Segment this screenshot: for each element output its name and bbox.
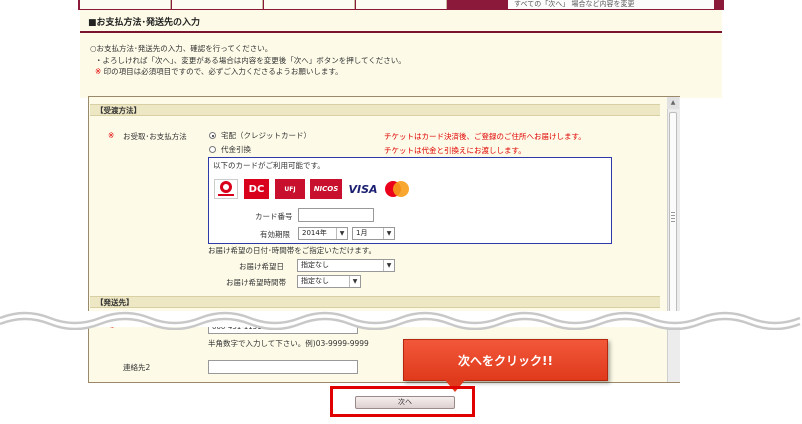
mufg-card-icon (214, 179, 238, 199)
delivery-time-value: 指定なし (301, 277, 329, 285)
delivery-time-select[interactable]: 指定なし ▼ (297, 275, 361, 288)
expiry-year-value: 2014年 (302, 229, 327, 237)
receipt-method-header: 【受渡方法】 (90, 104, 660, 116)
contact2-label: 連絡先2 (123, 363, 151, 372)
chevron-down-icon: ▼ (383, 260, 394, 271)
expiry-year-select[interactable]: 2014年 ▼ (298, 227, 348, 240)
payment-option-credit-note: チケットはカード決済後、ご登録のご住所へお届けします。 (384, 132, 586, 141)
expiry-month-select[interactable]: 1月 ▼ (352, 227, 395, 240)
nicos-card-icon: NICOS (310, 179, 342, 199)
next-button[interactable]: 次へ (355, 396, 455, 409)
chevron-down-icon: ▼ (336, 228, 347, 239)
page-title: ■お支払方法･発送先の入力 (88, 18, 201, 28)
chevron-down-icon: ▼ (349, 276, 360, 287)
payment-option-credit-label[interactable]: 宅配（クレジットカード） (221, 130, 311, 141)
chevron-down-icon: ▼ (383, 228, 394, 239)
tab-2[interactable] (172, 0, 263, 9)
cards-available-text: 以下のカードがご利用可能です。 (213, 161, 325, 170)
scroll-grip-icon (671, 212, 675, 222)
shipping-header: 【発送先】 (90, 296, 660, 308)
tab-4[interactable] (356, 0, 447, 9)
title-divider (80, 31, 722, 33)
payment-radio-cod[interactable] (209, 146, 216, 153)
mastercard-icon (382, 179, 412, 199)
delivery-note: お届け希望の日付･時間帯をご指定いただけます。 (208, 246, 376, 255)
expiry-label: 有効期限 (260, 230, 290, 239)
delivery-date-label: お届け希望日 (239, 262, 284, 271)
intro-line-3-text: 印の項目は必須項目ですので、必ずご入力くださるようお願いします。 (101, 67, 343, 76)
dc-card-icon: DC (244, 179, 269, 199)
tab-1[interactable] (80, 0, 171, 9)
delivery-date-value: 指定なし (301, 261, 329, 269)
scroll-up-arrow-icon[interactable]: ▲ (667, 97, 679, 109)
card-number-label: カード番号 (255, 212, 293, 221)
delivery-time-label: お届け希望時間帯 (226, 278, 286, 287)
top-tab-strip: すべての「次へ」 場合など内容を変更 (78, 0, 724, 10)
payment-radio-credit[interactable] (209, 132, 216, 139)
card-number-input[interactable] (298, 208, 374, 222)
payment-option-cod-label[interactable]: 代金引換 (221, 144, 251, 155)
phone-hint: 半角数字で入力して下さい。例)03-9999-9999 (208, 339, 369, 348)
intro-line-1: ○お支払方法･発送先の入力、確認を行ってください。 (90, 44, 273, 53)
payment-method-label: お受取･お支払方法 (123, 132, 187, 141)
intro-line-2: ・よろしければ「次へ」、変更がある場合は内容を変更後「次へ」ボタンを押してくださ… (95, 56, 406, 65)
click-next-callout: 次へをクリック!! (403, 339, 608, 381)
cut-wave-divider (0, 311, 802, 330)
tab-3[interactable] (264, 0, 355, 9)
payment-option-cod-note: チケットは代金と引換えにお渡しします。 (384, 146, 526, 155)
delivery-date-select[interactable]: 指定なし ▼ (297, 259, 395, 272)
expiry-month-value: 1月 (356, 229, 368, 237)
intro-line-3: ※ 印の項目は必須項目ですので、必ずご入力くださるようお願いします。 (95, 66, 343, 77)
ufj-card-icon: UFJ (275, 179, 305, 199)
contact2-input[interactable] (208, 360, 358, 374)
visa-card-icon: VISA (347, 179, 379, 199)
required-mark: ※ (108, 131, 115, 140)
top-bar-notice: すべての「次へ」 場合など内容を変更 (508, 0, 714, 9)
